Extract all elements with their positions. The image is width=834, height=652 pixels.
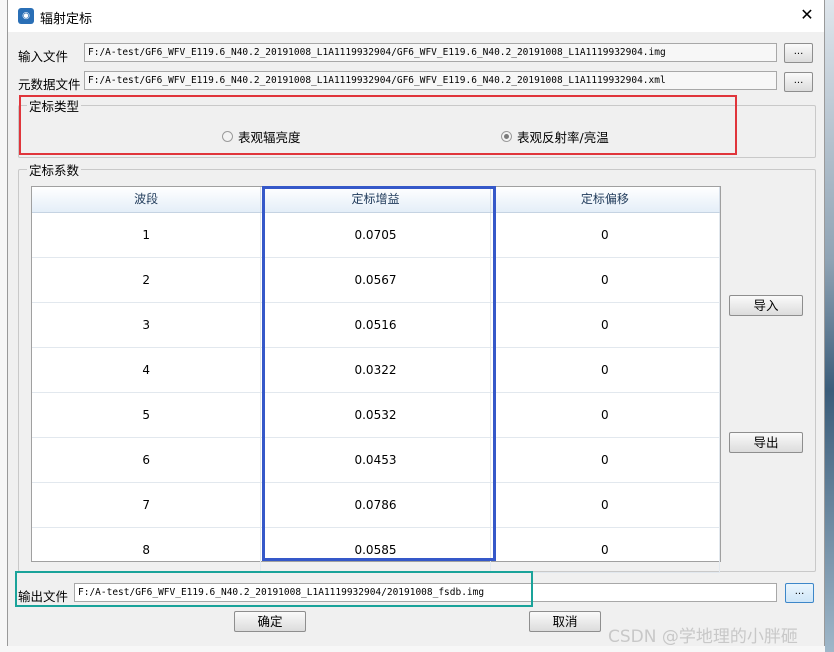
metadata-file-label: 元数据文件 <box>18 77 81 92</box>
cell-band[interactable]: 4 <box>32 348 262 392</box>
cell-gain[interactable]: 0.0322 <box>261 348 491 392</box>
cell-band[interactable]: 2 <box>32 258 262 302</box>
table-row[interactable]: 4 0.0322 0 <box>32 348 720 393</box>
title-bar[interactable]: ◉ 辐射定标 ✕ <box>8 0 824 32</box>
cell-band[interactable]: 3 <box>32 303 262 347</box>
cell-offset[interactable]: 0 <box>491 393 720 437</box>
cell-offset[interactable]: 0 <box>491 213 720 257</box>
column-header-gain[interactable]: 定标增益 <box>261 187 491 212</box>
metadata-file-field[interactable]: F:/A-test/GF6_WFV_E119.6_N40.2_20191008_… <box>84 71 777 90</box>
cell-gain[interactable]: 0.0453 <box>261 438 491 482</box>
table-row[interactable]: 1 0.0705 0 <box>32 213 720 258</box>
cell-offset[interactable]: 0 <box>491 258 720 302</box>
output-file-browse-button[interactable]: ... <box>785 583 814 603</box>
output-file-label: 输出文件 <box>18 589 69 604</box>
column-header-band[interactable]: 波段 <box>32 187 262 212</box>
cell-offset[interactable]: 0 <box>491 483 720 527</box>
cell-gain[interactable]: 0.0705 <box>261 213 491 257</box>
column-header-offset[interactable]: 定标偏移 <box>491 187 720 212</box>
cell-band[interactable]: 6 <box>32 438 262 482</box>
cell-offset[interactable]: 0 <box>491 303 720 347</box>
cancel-button[interactable]: 取消 <box>529 611 601 632</box>
input-file-browse-button[interactable]: ... <box>784 43 813 63</box>
cell-gain[interactable]: 0.0567 <box>261 258 491 302</box>
table-row[interactable]: 5 0.0532 0 <box>32 393 720 438</box>
radio-reflectance-label: 表观反射率/亮温 <box>517 130 609 145</box>
table-row[interactable]: 6 0.0453 0 <box>32 438 720 483</box>
table-row[interactable]: 7 0.0786 0 <box>32 483 720 528</box>
close-button[interactable]: ✕ <box>796 4 818 26</box>
import-button[interactable]: 导入 <box>729 295 803 316</box>
input-file-field[interactable]: F:/A-test/GF6_WFV_E119.6_N40.2_20191008_… <box>84 43 777 62</box>
coeffs-legend: 定标系数 <box>29 163 80 178</box>
background-desktop <box>825 0 834 652</box>
cell-offset[interactable]: 0 <box>491 348 720 392</box>
table-body: 1 0.0705 0 2 0.0567 0 3 0.0516 0 4 0.0322 0 5 0.0532 0… <box>32 213 720 573</box>
radio-reflectance[interactable]: 表观反射率/亮温 <box>501 127 609 146</box>
ok-button[interactable]: 确定 <box>234 611 306 632</box>
calib-type-group: 定标类型 <box>18 96 816 158</box>
cell-offset[interactable]: 0 <box>491 438 720 482</box>
cell-gain[interactable]: 0.0786 <box>261 483 491 527</box>
metadata-file-browse-button[interactable]: ... <box>784 72 813 92</box>
cell-band[interactable]: 8 <box>32 528 262 572</box>
window-title: 辐射定标 <box>40 12 93 27</box>
cell-gain[interactable]: 0.0585 <box>261 528 491 572</box>
cell-gain[interactable]: 0.0516 <box>261 303 491 347</box>
output-file-field[interactable]: F:/A-test/GF6_WFV_E119.6_N40.2_20191008_… <box>74 583 777 602</box>
app-icon: ◉ <box>18 8 34 24</box>
table-row[interactable]: 2 0.0567 0 <box>32 258 720 303</box>
input-file-label: 输入文件 <box>18 49 69 64</box>
radio-radiance-label: 表观辐亮度 <box>238 130 301 145</box>
radio-radiance-dot <box>222 131 233 142</box>
cell-band[interactable]: 1 <box>32 213 262 257</box>
radio-reflectance-dot <box>501 131 512 142</box>
cell-band[interactable]: 7 <box>32 483 262 527</box>
table-row[interactable]: 8 0.0585 0 <box>32 528 720 573</box>
table-row[interactable]: 3 0.0516 0 <box>32 303 720 348</box>
table-header: 波段 定标增益 定标偏移 <box>32 187 720 213</box>
cell-band[interactable]: 5 <box>32 393 262 437</box>
watermark-text: CSDN @学地理的小胖砸 <box>608 627 798 647</box>
calib-type-legend: 定标类型 <box>29 99 80 114</box>
export-button[interactable]: 导出 <box>729 432 803 453</box>
coeffs-table[interactable]: 波段 定标增益 定标偏移 1 0.0705 0 2 0.0567 0 3 0.0516 0 4 0.… <box>31 186 721 573</box>
radio-radiance[interactable]: 表观辐亮度 <box>222 127 301 146</box>
cell-gain[interactable]: 0.0532 <box>261 393 491 437</box>
cell-offset[interactable]: 0 <box>491 528 720 572</box>
